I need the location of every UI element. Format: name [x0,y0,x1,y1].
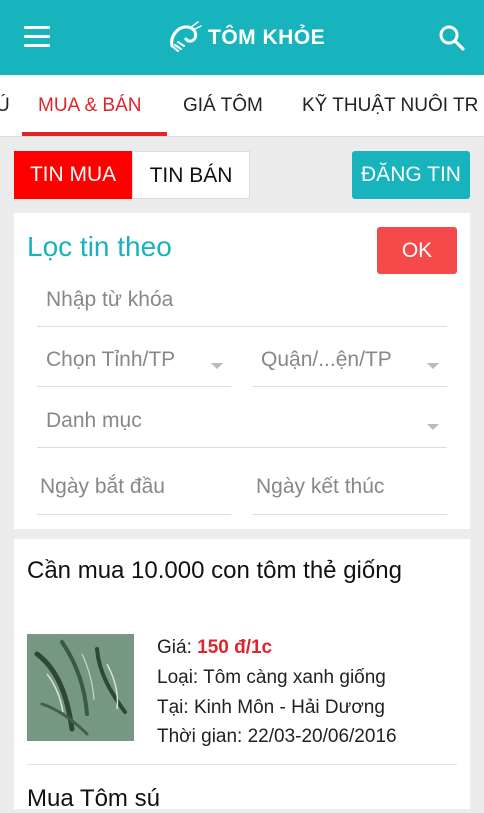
post-time: Thời gian: 22/03-20/06/2016 [157,726,397,747]
tab-previous[interactable]: Ú [0,75,10,136]
menu-icon[interactable] [24,26,50,48]
category-tabs: Ú MUA & BÁN GIÁ TÔM KỸ THUẬT NUÔI TR [0,75,484,137]
keyword-input[interactable]: Nhập từ khóa [37,282,447,327]
province-select[interactable]: Chọn Tỉnh/TP [37,342,231,387]
chevron-down-icon [211,363,223,369]
segment-tin-ban[interactable]: TIN BÁN [132,151,250,199]
app-title: TÔM KHỎE [208,26,326,49]
province-value: Chọn Tỉnh/TP [46,348,176,371]
filter-card: Lọc tin theo OK Nhập từ khóa Chọn Tỉnh/T… [14,213,470,529]
start-date-placeholder: Ngày bắt đầu [40,475,165,498]
post-title[interactable]: Cần mua 10.000 con tôm thẻ giống [27,555,447,587]
price-value: 150 đ/1c [197,637,273,658]
app-logo: TÔM KHỎE [166,16,325,60]
keyword-placeholder: Nhập từ khóa [46,288,174,311]
post-type: Loại: Tôm càng xanh giống [157,667,386,688]
price-label: Giá: [157,637,198,658]
post-title[interactable]: Mua Tôm sú [27,785,160,813]
ok-button[interactable]: OK [377,227,457,274]
segment-tin-mua[interactable]: TIN MUA [14,151,132,199]
post-list: Cần mua 10.000 con tôm thẻ giống Giá: 15… [14,539,470,812]
search-icon[interactable] [438,24,466,52]
end-date-input[interactable]: Ngày kết thúc [252,469,447,515]
post-thumbnail[interactable] [27,634,134,741]
divider [27,764,457,765]
app-bar: TÔM KHỎE [0,0,484,75]
tab-mua-ban[interactable]: MUA & BÁN [38,75,141,136]
end-date-placeholder: Ngày kết thúc [256,475,385,498]
filter-title: Lọc tin theo [27,231,172,262]
category-select[interactable]: Danh mục [37,403,447,448]
post-location: Tại: Kinh Môn - Hải Dương [157,697,385,718]
post-price: Giá: 150 đ/1c [157,637,272,659]
district-value: Quận/...ện/TP [261,348,392,371]
dang-tin-button[interactable]: ĐĂNG TIN [352,151,470,199]
district-select[interactable]: Quận/...ện/TP [252,342,447,387]
start-date-input[interactable]: Ngày bắt đầu [37,469,231,515]
tab-ky-thuat-nuoi[interactable]: KỸ THUẬT NUÔI TR [302,75,478,136]
shrimp-icon [170,21,202,52]
tab-gia-tom[interactable]: GIÁ TÔM [183,75,263,136]
active-tab-indicator [22,132,167,136]
category-value: Danh mục [46,409,142,432]
chevron-down-icon [427,424,439,430]
chevron-down-icon [427,363,439,369]
